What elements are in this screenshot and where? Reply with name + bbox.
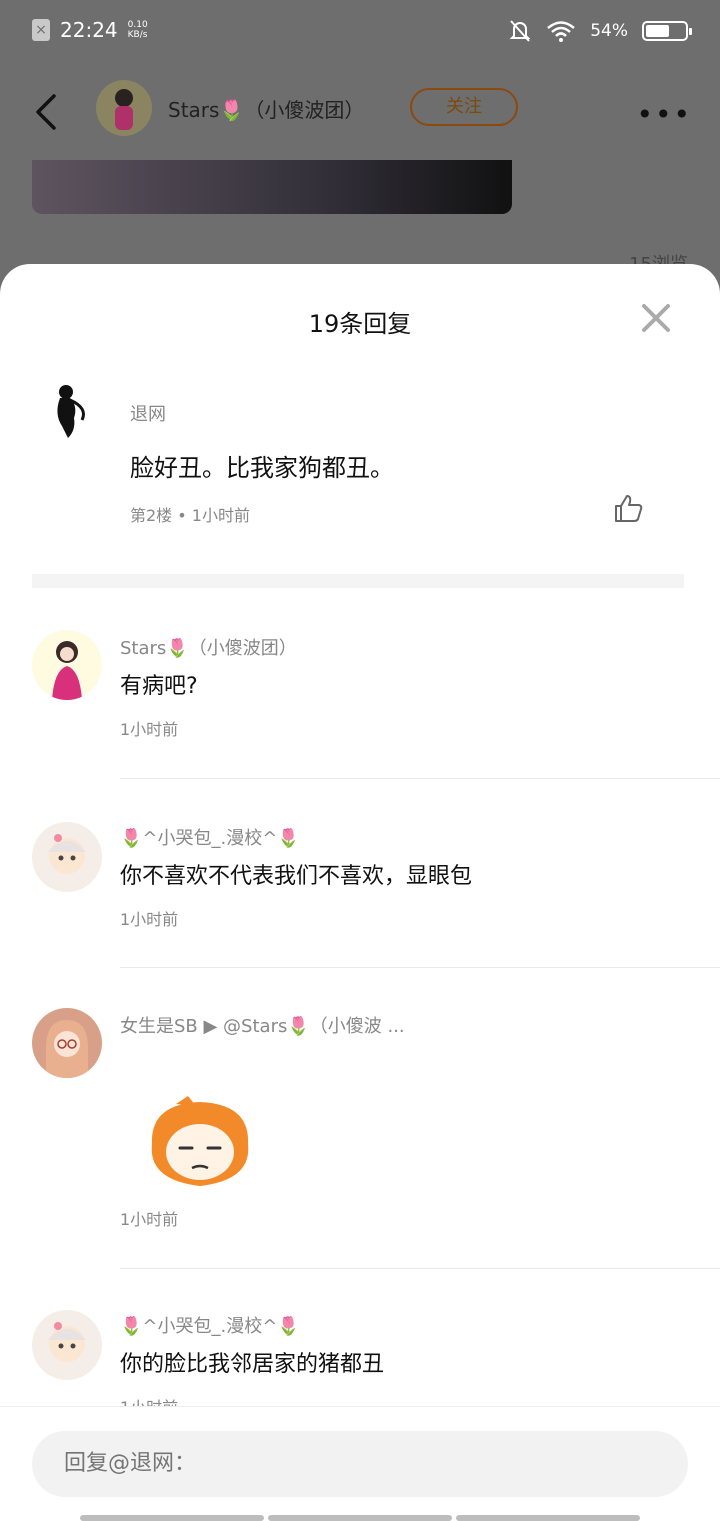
- commenter-avatar[interactable]: [32, 374, 102, 444]
- reply-avatar[interactable]: [32, 822, 102, 892]
- reply-user[interactable]: 女生是SB ▶ @Stars🌷（小傻波 ...: [120, 1012, 405, 1038]
- author-avatar[interactable]: [96, 80, 152, 136]
- net-speed: 0.10 KB/s: [127, 20, 148, 40]
- reply-text: 你的脸比我邻居家的猪都丑: [120, 1352, 385, 1377]
- commenter-name[interactable]: 退网: [130, 400, 166, 426]
- battery-icon: [642, 21, 692, 41]
- mute-bell-icon: [509, 20, 531, 42]
- status-time: 22:24: [60, 18, 118, 42]
- reply-avatar[interactable]: [32, 1310, 102, 1380]
- main-comment: 退网 脸好丑。比我家狗都丑。 第2楼 • 1小时前: [0, 364, 720, 544]
- reply-user[interactable]: 🌷^小哭包_.漫校^🌷: [120, 824, 300, 850]
- section-divider: [32, 574, 684, 588]
- reply-item: 🌷^小哭包_.漫校^🌷 你不喜欢不代表我们不喜欢，显眼包 1小时前: [0, 820, 720, 970]
- reply-text: 有病吧?: [120, 674, 198, 699]
- no-sim-icon: ×: [32, 19, 50, 41]
- sticker-image: [151, 1096, 249, 1186]
- author-name[interactable]: Stars🌷（小傻波团）: [168, 94, 364, 123]
- reply-separator: [120, 967, 720, 968]
- reply-user[interactable]: 🌷^小哭包_.漫校^🌷: [120, 1312, 300, 1338]
- reply-time: 1小时前: [120, 1210, 179, 1229]
- reply-input[interactable]: [32, 1431, 688, 1497]
- follow-button[interactable]: 关注: [410, 88, 518, 126]
- reply-time: 1小时前: [120, 910, 179, 929]
- more-options-icon[interactable]: •••: [636, 98, 692, 131]
- gesture-bar: [80, 1515, 640, 1521]
- post-image: [32, 160, 512, 214]
- reply-time: 1小时前: [120, 720, 179, 739]
- battery-percent: 54%: [590, 21, 628, 41]
- comment-text: 脸好丑。比我家狗都丑。: [130, 454, 394, 482]
- back-arrow-icon[interactable]: [28, 88, 68, 136]
- close-icon[interactable]: [640, 302, 672, 334]
- wifi-icon: [547, 21, 576, 42]
- sheet-title: 19条回复: [308, 310, 412, 338]
- reply-avatar[interactable]: [32, 630, 102, 700]
- reply-text: 你不喜欢不代表我们不喜欢，显眼包: [120, 864, 473, 889]
- replies-sheet: 19条回复 退网 脸好丑。比我家狗都丑。 第2楼 • 1小时前 Stars🌷（小…: [0, 264, 720, 1520]
- post-header: Stars🌷（小傻波团） 关注 •••: [0, 72, 720, 152]
- thumbs-up-icon[interactable]: [612, 492, 644, 524]
- reply-avatar[interactable]: [32, 1008, 102, 1078]
- comment-meta: 第2楼 • 1小时前: [130, 506, 250, 525]
- reply-input-bar: [0, 1406, 720, 1521]
- reply-separator: [120, 778, 720, 779]
- reply-separator: [120, 1268, 720, 1269]
- reply-user[interactable]: Stars🌷（小傻波团）: [120, 634, 297, 660]
- status-bar: × 22:24 0.10 KB/s 54%: [0, 0, 720, 64]
- reply-item: 女生是SB ▶ @Stars🌷（小傻波 ... 1小时前: [0, 1008, 720, 1268]
- reply-item: Stars🌷（小傻波团） 有病吧? 1小时前: [0, 630, 720, 780]
